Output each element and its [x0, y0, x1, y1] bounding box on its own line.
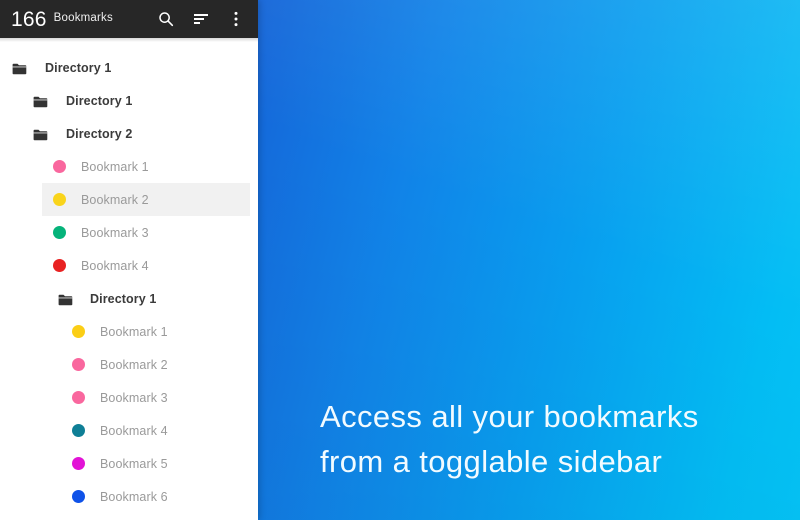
hero-caption: Access all your bookmarks from a togglab…	[320, 394, 790, 484]
bookmark-color-dot	[72, 358, 85, 371]
bookmark-color-dot	[72, 391, 85, 404]
bookmark-label: Bookmark 3	[100, 390, 168, 405]
bookmarks-sidebar: 166 Bookmarks Directory 1 Directory 1 Di…	[0, 0, 258, 520]
bookmark-label: Bookmark 1	[81, 159, 149, 174]
tree-row-bookmark[interactable]: Bookmark 3	[0, 216, 258, 249]
bookmark-color-dot	[53, 160, 66, 173]
tree-row-bookmark[interactable]: Bookmark 4	[0, 414, 258, 447]
folder-icon	[33, 95, 48, 107]
bookmark-label: Bookmark 4	[100, 423, 168, 438]
tree-row-bookmark[interactable]: Bookmark 3	[0, 381, 258, 414]
tree-row-bookmark[interactable]: Bookmark 1	[0, 150, 258, 183]
bookmark-label: Bookmark 3	[81, 225, 149, 240]
bookmark-label: Bookmark 4	[81, 258, 149, 273]
tree-row-directory[interactable]: Directory 2	[0, 117, 258, 150]
tree-row-bookmark[interactable]: Bookmark 2	[0, 348, 258, 381]
directory-label: Directory 1	[45, 60, 112, 75]
tree-row-bookmark[interactable]: Bookmark 5	[0, 447, 258, 480]
bookmark-color-dot	[53, 193, 66, 206]
bookmark-color-dot	[72, 490, 85, 503]
tree-row-bookmark[interactable]: Bookmark 2	[0, 183, 258, 216]
tree-row-directory[interactable]: Directory 1	[0, 282, 258, 315]
sort-icon[interactable]	[192, 10, 210, 28]
bookmark-color-dot	[53, 226, 66, 239]
tree-row-bookmark[interactable]: Bookmark 4	[0, 249, 258, 282]
sidebar-actions	[157, 10, 249, 28]
tree-row-directory[interactable]: Directory 1	[0, 51, 258, 84]
bookmark-label: Bookmark 5	[100, 456, 168, 471]
tree-row-directory[interactable]: Directory 1	[0, 84, 258, 117]
directory-label: Directory 1	[90, 291, 157, 306]
bookmark-color-dot	[72, 457, 85, 470]
bookmark-label: Bookmark 2	[81, 192, 149, 207]
bookmark-label: Bookmark 2	[100, 357, 168, 372]
tree-row-bookmark[interactable]: Bookmark 6	[0, 480, 258, 513]
bookmark-color-dot	[72, 424, 85, 437]
sidebar-header: 166 Bookmarks	[0, 0, 258, 38]
app-root: Access all your bookmarks from a togglab…	[0, 0, 800, 520]
bookmarks-tree: Directory 1 Directory 1 Directory 2 Bookmar…	[0, 42, 258, 513]
overflow-menu-icon[interactable]	[227, 10, 245, 28]
bookmark-label: Bookmark 1	[100, 324, 168, 339]
search-icon[interactable]	[157, 10, 175, 28]
tree-row-bookmark[interactable]: Bookmark 1	[0, 315, 258, 348]
bookmark-label: Bookmark 6	[100, 489, 168, 504]
directory-label: Directory 1	[66, 93, 133, 108]
content-panel: Access all your bookmarks from a togglab…	[258, 0, 800, 520]
bookmark-color-dot	[53, 259, 66, 272]
bookmark-color-dot	[72, 325, 85, 338]
hero-caption-line-1: Access all your bookmarks	[320, 399, 699, 434]
hero-caption-line-2: from a togglable sidebar	[320, 444, 663, 479]
folder-icon	[58, 293, 73, 305]
bookmark-count: 166	[11, 7, 47, 31]
folder-icon	[12, 62, 27, 74]
sidebar-title: Bookmarks	[53, 12, 113, 25]
folder-icon	[33, 128, 48, 140]
directory-label: Directory 2	[66, 126, 133, 141]
